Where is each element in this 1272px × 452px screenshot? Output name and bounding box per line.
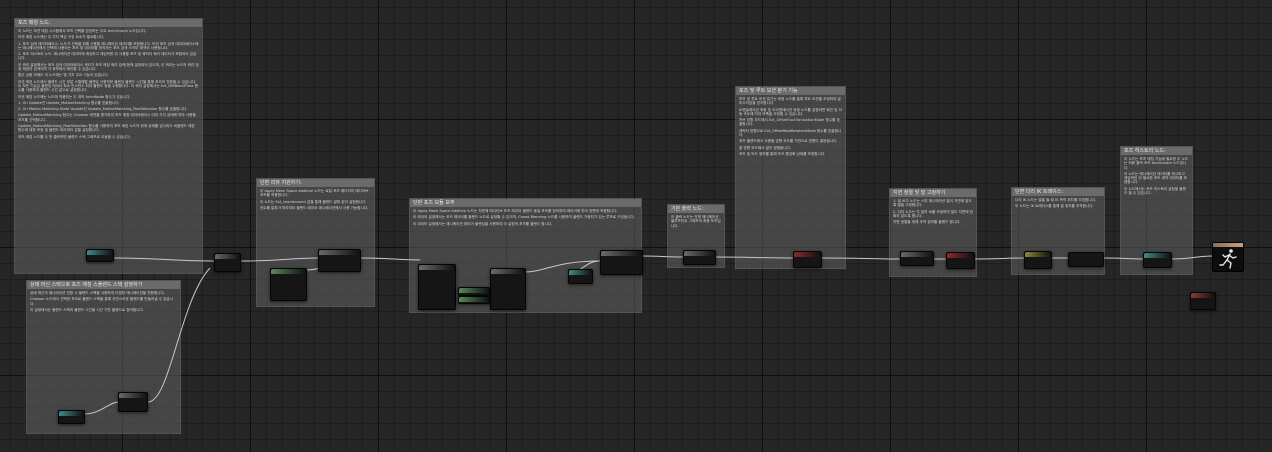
node-title-bar [901,252,933,257]
graph-node[interactable] [1068,252,1104,267]
anim-graph-canvas[interactable]: 포즈 매칭 노드: 이 노드는 모션 매칭 시스템에서 포즈 선택을 담당하는 … [0,0,1272,452]
node-title-bar [601,251,642,256]
graph-node[interactable] [490,268,526,310]
graph-node[interactable] [418,264,456,310]
graph-node[interactable] [900,251,934,266]
node-title-bar [215,254,240,259]
graph-node[interactable] [568,269,593,284]
node-title-bar [319,250,360,255]
graph-wires [84,255,1213,415]
node-title-bar [794,252,821,257]
node-title-bar [87,250,113,255]
node-title-bar [419,265,455,270]
node-title-bar [459,297,489,302]
node-title-bar [491,269,525,274]
graph-node[interactable] [458,287,490,296]
graph-node[interactable] [1024,251,1052,269]
graph-node[interactable] [600,250,643,275]
node-title-bar [947,253,974,258]
node-title-bar [271,269,306,274]
output-pose-node[interactable] [1212,242,1244,272]
graph-node[interactable] [118,392,148,412]
running-figure-icon [1219,249,1237,269]
node-title-bar [1025,252,1051,257]
graph-node[interactable] [1190,292,1216,310]
graph-node[interactable] [270,268,307,301]
graph-node[interactable] [683,250,716,265]
graph-node[interactable] [214,253,241,272]
graph-node[interactable] [318,249,361,272]
node-title-bar [119,393,147,398]
graph-node[interactable] [946,252,975,269]
node-title-bar [1191,293,1215,298]
graph-node[interactable] [458,296,490,304]
node-title-bar [1144,253,1171,258]
node-title-bar [459,288,489,293]
graph-node[interactable] [86,249,114,262]
node-title-bar [569,270,592,275]
node-title-bar [684,251,715,256]
node-title-bar [59,411,84,416]
graph-node[interactable] [793,251,822,268]
graph-node[interactable] [1143,252,1172,268]
node-title-bar [1069,253,1103,258]
graph-node[interactable] [58,410,85,424]
